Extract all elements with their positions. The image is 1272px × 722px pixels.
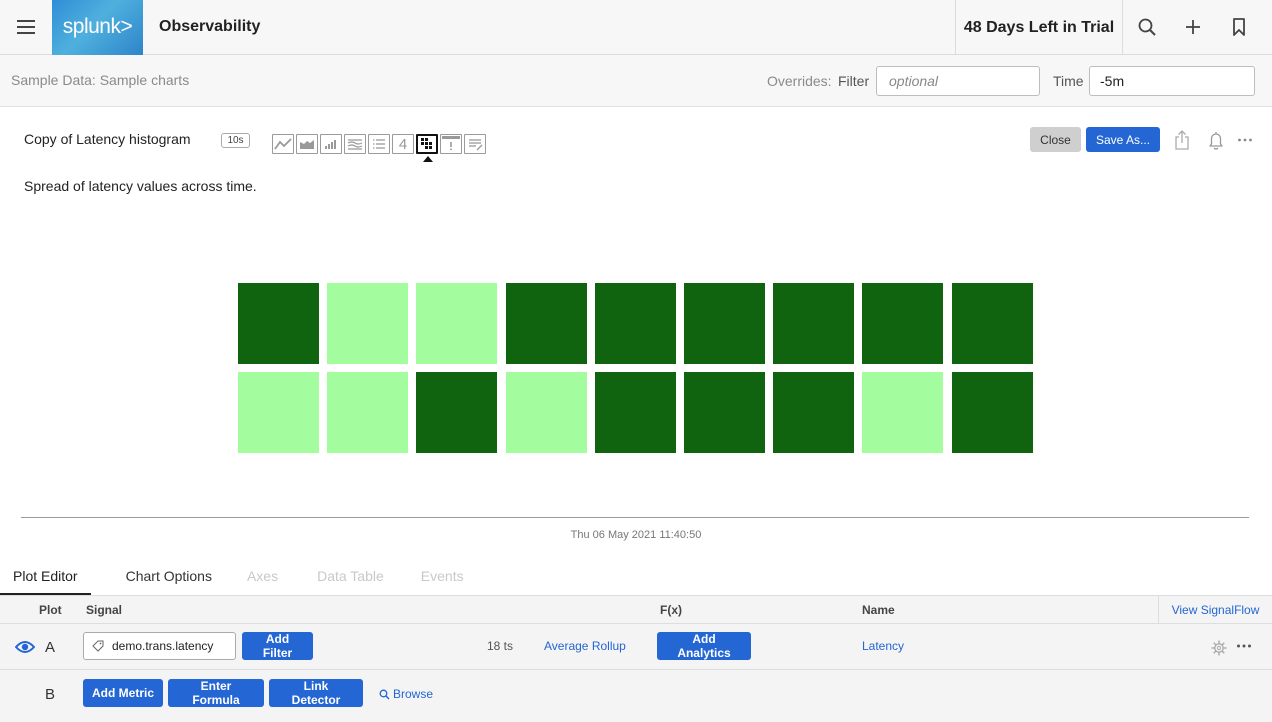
filter-input[interactable]	[876, 66, 1040, 96]
heatmap-cell[interactable]	[862, 372, 943, 453]
view-signalflow-link[interactable]: View SignalFlow	[1158, 596, 1272, 624]
column-header-fx: F(x)	[660, 603, 682, 617]
single-value-label: 4	[398, 135, 408, 153]
add-metric-button[interactable]: Add Metric	[83, 679, 163, 707]
chart-type-selector: 4	[272, 134, 486, 162]
link-detector-button[interactable]: Link Detector	[269, 679, 363, 707]
resolution-badge: 10s	[221, 133, 250, 148]
plot-row-a: A demo.trans.latency Add Filter 18 ts Av…	[0, 624, 1272, 670]
settings-gear-icon[interactable]	[1210, 639, 1228, 657]
column-header-plot: Plot	[39, 603, 62, 617]
browse-search-icon	[379, 689, 390, 699]
heatmap-cell[interactable]	[327, 372, 408, 453]
hamburger-menu-icon[interactable]	[0, 0, 52, 55]
heatmap-cell[interactable]	[595, 372, 676, 453]
tab-axes: Axes	[246, 568, 279, 584]
timeseries-count: 18 ts	[487, 639, 514, 653]
list-chart-icon[interactable]	[368, 134, 390, 154]
search-icon[interactable]	[1134, 14, 1160, 40]
tab-plot-editor[interactable]: Plot Editor	[0, 563, 91, 595]
heatmap-cell[interactable]	[327, 283, 408, 364]
trial-status[interactable]: 48 Days Left in Trial	[955, 0, 1123, 55]
plot-table-header: Plot Signal F(x) Name View SignalFlow	[0, 596, 1272, 624]
enter-formula-button[interactable]: Enter Formula	[168, 679, 264, 707]
save-as-button[interactable]: Save As...	[1086, 127, 1160, 152]
plot-name-link[interactable]: Latency	[862, 639, 904, 653]
single-value-icon[interactable]: 4	[392, 134, 414, 154]
filter-label: Filter	[838, 73, 870, 89]
plot-editor: Plot Signal F(x) Name View SignalFlow A …	[0, 595, 1272, 722]
share-icon[interactable]	[1170, 128, 1194, 152]
more-options-icon[interactable]	[1233, 128, 1257, 152]
heatmap-cell[interactable]	[773, 372, 854, 453]
column-header-signal: Signal	[86, 603, 123, 617]
time-input[interactable]	[1089, 66, 1255, 96]
heatmap-cell[interactable]	[773, 283, 854, 364]
bell-icon[interactable]	[1204, 128, 1228, 152]
chart-timestamp: Thu 06 May 2021 11:40:50	[570, 529, 702, 541]
splunk-logo[interactable]: splunk>	[52, 0, 143, 55]
chart-title[interactable]: Copy of Latency histogram	[24, 131, 191, 147]
column-header-name: Name	[862, 603, 895, 617]
heatmap-cell[interactable]	[595, 283, 676, 364]
plus-icon[interactable]	[1180, 14, 1206, 40]
row-more-options-icon[interactable]	[1236, 640, 1252, 652]
bookmark-icon[interactable]	[1226, 14, 1252, 40]
event-feed-icon[interactable]	[440, 134, 462, 154]
add-analytics-button[interactable]: Add Analytics	[657, 632, 751, 660]
dashboard-subheader: Sample Data: Sample charts Overrides: Fi…	[0, 55, 1272, 107]
heatmap-cell[interactable]	[506, 372, 587, 453]
tab-data-table: Data Table	[317, 568, 384, 584]
heatmap-cell[interactable]	[862, 283, 943, 364]
histogram-chart-icon[interactable]	[344, 134, 366, 154]
heatmap-cell[interactable]	[952, 283, 1033, 364]
plot-letter-b: B	[45, 686, 56, 703]
heatmap-cell[interactable]	[684, 372, 765, 453]
browse-label: Browse	[393, 687, 434, 701]
overrides-label: Overrides:	[767, 73, 832, 89]
tab-chart-options[interactable]: Chart Options	[113, 563, 225, 595]
eye-icon[interactable]	[15, 639, 35, 655]
heatmap-cell[interactable]	[238, 283, 319, 364]
tag-icon	[92, 640, 104, 652]
editor-tabs: Plot Editor Chart Options Axes Data Tabl…	[0, 563, 477, 595]
heatmap-cell[interactable]	[506, 283, 587, 364]
plot-row-b: B Add Metric Enter Formula Link Detector…	[0, 670, 1272, 716]
heatmap-cell[interactable]	[238, 372, 319, 453]
line-chart-icon[interactable]	[272, 134, 294, 154]
text-chart-icon[interactable]	[464, 134, 486, 154]
time-label: Time	[1053, 73, 1084, 89]
browse-link[interactable]: Browse	[379, 687, 433, 701]
signal-value: demo.trans.latency	[112, 639, 214, 653]
heatmap-chart-icon[interactable]	[416, 134, 438, 162]
add-filter-button[interactable]: Add Filter	[242, 632, 313, 660]
breadcrumb[interactable]: Sample Data: Sample charts	[11, 72, 189, 88]
rollup-link[interactable]: Average Rollup	[544, 639, 626, 653]
column-chart-icon[interactable]	[320, 134, 342, 154]
tab-events: Events	[420, 568, 464, 584]
heatmap-cell[interactable]	[416, 372, 497, 453]
selected-indicator	[423, 156, 433, 162]
heatmap-cell[interactable]	[952, 372, 1033, 453]
logo-text: splunk>	[62, 15, 133, 38]
heatmap-cell[interactable]	[416, 283, 497, 364]
app-title: Observability	[159, 18, 261, 35]
chart-description: Spread of latency values across time.	[24, 178, 257, 194]
signal-input[interactable]: demo.trans.latency	[83, 632, 236, 660]
heatmap-cell[interactable]	[684, 283, 765, 364]
area-chart-icon[interactable]	[296, 134, 318, 154]
plot-letter-a: A	[45, 639, 56, 656]
close-button[interactable]: Close	[1030, 127, 1081, 152]
time-axis-line	[21, 517, 1249, 518]
